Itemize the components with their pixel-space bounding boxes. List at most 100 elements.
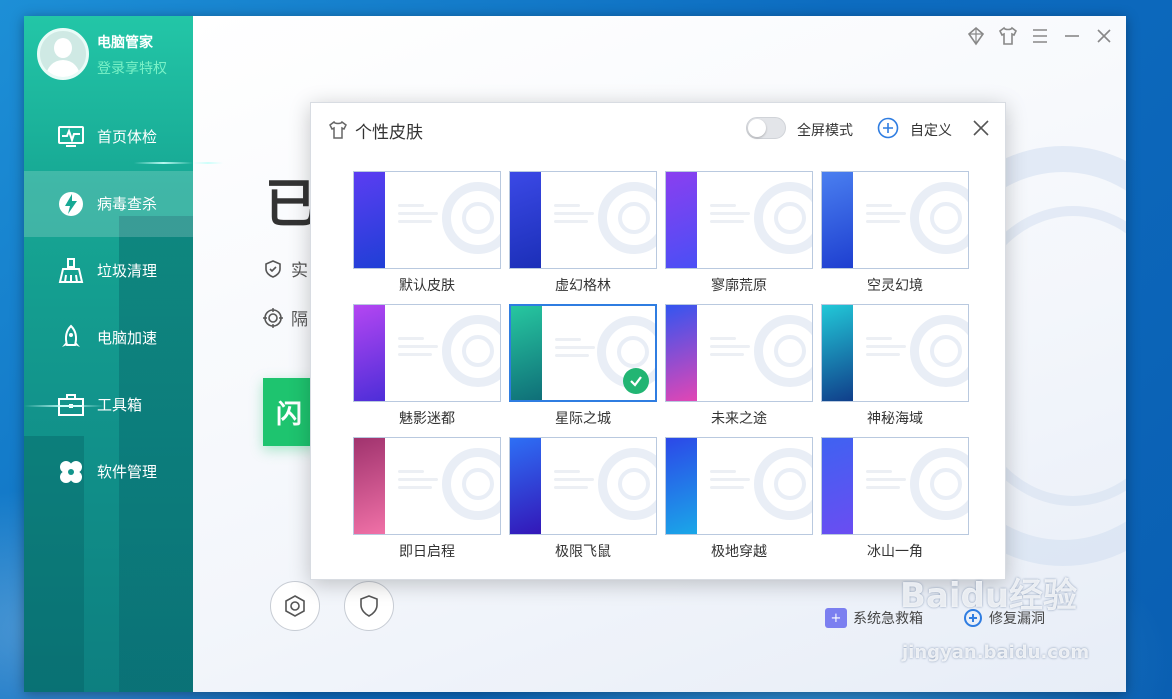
skin-name: 未来之途 bbox=[711, 411, 767, 427]
skin-card[interactable] bbox=[665, 171, 813, 269]
skin-shirt-icon[interactable] bbox=[996, 24, 1020, 48]
plus-circle-icon[interactable] bbox=[877, 117, 899, 139]
sidebar-item-software-manager[interactable]: 软件管理 bbox=[24, 439, 193, 505]
first-aid-kit-icon: + bbox=[825, 608, 847, 628]
skin-name: 寥廓荒原 bbox=[711, 278, 767, 294]
skin-preview-swirl bbox=[462, 468, 494, 500]
lightning-shield-icon bbox=[59, 192, 83, 216]
skin-preview-line bbox=[398, 470, 424, 473]
dialog-title: 个性皮肤 bbox=[355, 123, 423, 143]
skin-preview-swirl bbox=[930, 335, 962, 367]
skin-dialog: 个性皮肤 全屏模式 自定义 默认皮肤 虚幻格林 寥廓荒原 空灵幻境 魅影迷都 星际之城 未来… bbox=[310, 102, 1006, 580]
skin-name: 极地穿越 bbox=[711, 544, 767, 560]
skin-name: 神秘海域 bbox=[867, 411, 923, 427]
skin-card[interactable] bbox=[821, 171, 969, 269]
skin-preview-line bbox=[554, 204, 580, 207]
minimize-icon[interactable] bbox=[1060, 24, 1084, 48]
skin-preview-line bbox=[866, 337, 892, 340]
skin-preview-sidebar bbox=[666, 305, 697, 401]
close-icon[interactable] bbox=[971, 118, 991, 138]
skin-card[interactable] bbox=[821, 304, 969, 402]
login-link[interactable]: 登录享特权 bbox=[97, 58, 167, 78]
skin-preview-line bbox=[555, 346, 595, 349]
shield-tool-button[interactable] bbox=[344, 581, 394, 631]
realtime-protection-line: 实 bbox=[263, 256, 308, 281]
sidebar-item-junk-clean[interactable]: 垃圾清理 bbox=[24, 238, 193, 304]
skin-preview-line bbox=[398, 353, 432, 356]
skin-preview-line bbox=[554, 470, 580, 473]
sidebar-item-label: 病毒查杀 bbox=[97, 195, 158, 213]
skin-card[interactable] bbox=[821, 437, 969, 535]
skin-card[interactable] bbox=[665, 304, 813, 402]
skin-name: 星际之城 bbox=[555, 411, 611, 427]
sidebar: 电脑管家 登录享特权 首页体检 病毒查杀 垃圾清理 电脑加速 工具箱 软件管理 bbox=[24, 16, 193, 692]
custom-skin-button[interactable]: 自定义 bbox=[910, 120, 952, 140]
quarantine-text: 隔 bbox=[291, 310, 308, 330]
skin-preview-sidebar bbox=[666, 172, 697, 268]
user-name: 电脑管家 bbox=[97, 35, 153, 51]
skin-preview-swirl bbox=[462, 335, 494, 367]
skin-card[interactable] bbox=[353, 437, 501, 535]
skin-preview-line bbox=[710, 204, 736, 207]
hexagon-tool-button[interactable] bbox=[270, 581, 320, 631]
skin-preview-swirl bbox=[462, 202, 494, 234]
sidebar-item-speed-up[interactable]: 电脑加速 bbox=[24, 305, 193, 371]
light-streak bbox=[193, 162, 223, 164]
gem-icon[interactable] bbox=[964, 24, 988, 48]
close-icon[interactable] bbox=[1092, 24, 1116, 48]
skin-name: 即日启程 bbox=[399, 544, 455, 560]
skin-preview-sidebar bbox=[822, 305, 853, 401]
avatar[interactable] bbox=[37, 28, 89, 80]
shield-check-icon bbox=[265, 259, 281, 278]
skin-preview-line bbox=[710, 486, 744, 489]
clover-icon bbox=[60, 461, 82, 483]
broom-icon bbox=[58, 258, 84, 283]
skin-card[interactable] bbox=[509, 437, 657, 535]
skin-preview-line bbox=[866, 220, 900, 223]
sidebar-item-label: 软件管理 bbox=[97, 463, 158, 481]
baidu-watermark: Baidu经验 jingyan.baidu.com bbox=[900, 568, 1120, 688]
skin-preview-line bbox=[555, 354, 589, 357]
skin-card[interactable] bbox=[509, 171, 657, 269]
menu-icon[interactable] bbox=[1028, 24, 1052, 48]
skin-preview-sidebar bbox=[666, 438, 697, 534]
skin-preview-line bbox=[710, 353, 744, 356]
skin-preview-swirl bbox=[930, 202, 962, 234]
skin-preview-line bbox=[554, 220, 588, 223]
sidebar-item-label: 垃圾清理 bbox=[97, 262, 158, 280]
skin-preview-line bbox=[710, 212, 750, 215]
realtime-protection-text: 实 bbox=[291, 261, 308, 281]
skin-preview-line bbox=[710, 478, 750, 481]
sidebar-item-label: 首页体检 bbox=[97, 128, 158, 146]
skin-name: 魅影迷都 bbox=[399, 411, 455, 427]
skin-preview-sidebar bbox=[822, 438, 853, 534]
skin-preview-sidebar bbox=[354, 305, 385, 401]
skin-preview-sidebar bbox=[511, 306, 542, 400]
skin-card[interactable] bbox=[353, 171, 501, 269]
sidebar-item-virus-scan[interactable]: 病毒查杀 bbox=[24, 171, 193, 237]
skin-preview-line bbox=[710, 337, 736, 340]
skin-preview-line bbox=[398, 212, 438, 215]
fullscreen-toggle[interactable] bbox=[746, 117, 786, 139]
skin-card[interactable] bbox=[665, 437, 813, 535]
sidebar-item-home-checkup[interactable]: 首页体检 bbox=[24, 104, 193, 170]
skin-preview-line bbox=[398, 486, 432, 489]
skin-preview-swirl bbox=[774, 202, 806, 234]
skin-name: 默认皮肤 bbox=[399, 278, 455, 294]
skin-preview-line bbox=[710, 470, 736, 473]
light-streak bbox=[134, 162, 193, 164]
skin-card[interactable] bbox=[353, 304, 501, 402]
sidebar-item-label: 电脑加速 bbox=[97, 329, 158, 347]
window-controls bbox=[964, 24, 1116, 48]
skin-preview-swirl bbox=[774, 335, 806, 367]
skin-card[interactable] bbox=[509, 304, 657, 402]
skin-preview-sidebar bbox=[510, 172, 541, 268]
skin-preview-line bbox=[710, 220, 744, 223]
quick-scan-button[interactable]: 闪 bbox=[263, 378, 315, 446]
skin-preview-swirl bbox=[618, 202, 650, 234]
quarantine-line: 隔 bbox=[263, 305, 308, 330]
skin-preview-line bbox=[398, 478, 438, 481]
monitor-pulse-icon bbox=[58, 126, 84, 147]
fullscreen-label: 全屏模式 bbox=[797, 123, 853, 139]
hexagon-icon bbox=[285, 595, 305, 617]
